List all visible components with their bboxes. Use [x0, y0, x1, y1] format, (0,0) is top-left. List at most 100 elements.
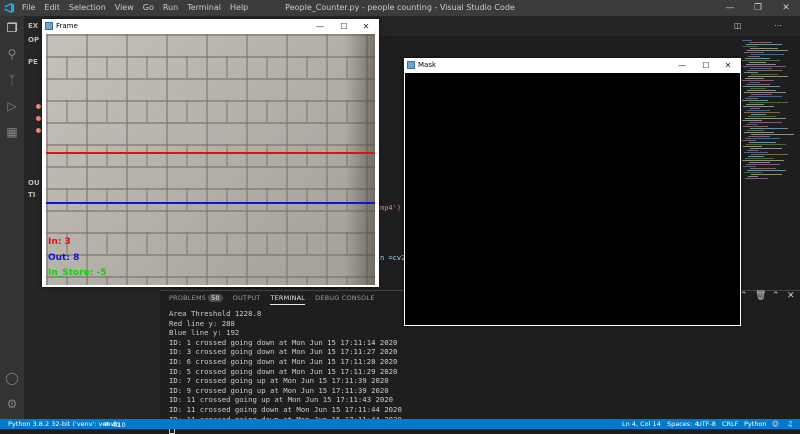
minimap-line	[749, 122, 782, 123]
sidebar-section-timeline[interactable]: TI	[28, 191, 35, 199]
menu-go[interactable]: Go	[143, 3, 154, 12]
minimize-icon[interactable]: —	[671, 58, 693, 73]
window-icon	[45, 22, 53, 30]
cursor-position[interactable]: Ln 4, Col 14	[622, 420, 661, 428]
extensions-icon[interactable]: ▦	[4, 124, 20, 140]
maximize-icon[interactable]: ☐	[333, 19, 355, 34]
minimap-line	[743, 46, 758, 47]
bell-icon[interactable]: ♫	[787, 420, 793, 428]
minimap-line	[749, 82, 760, 83]
minimap-line	[750, 108, 760, 109]
account-icon[interactable]: ◯	[4, 370, 20, 386]
minimap-line	[748, 96, 782, 97]
problems-status[interactable]: ⊗ 40 ⚠ 10	[104, 420, 126, 429]
frame-window-titlebar[interactable]: Frame — ☐ ✕	[42, 19, 379, 34]
minimap-line	[747, 130, 764, 131]
maximize-icon[interactable]: ☐	[695, 58, 717, 73]
minimap-line	[751, 74, 778, 75]
tab-label: PROBLEMS	[169, 294, 207, 302]
terminal-line: ID: 11 crossed going down at Mon Jun 15 …	[169, 404, 402, 414]
close-icon[interactable]: ✕	[355, 19, 377, 34]
minimap-line	[742, 60, 780, 61]
out-count: Out: 8	[48, 253, 80, 263]
title-bar: File Edit Selection View Go Run Terminal…	[0, 0, 800, 16]
minimap-line	[743, 126, 768, 127]
minimap-line	[743, 166, 756, 167]
status-bar: Python 3.8.2 32-bit ('venv': venv) ⊗ 40 …	[0, 419, 800, 429]
search-icon[interactable]: ⚲	[4, 46, 20, 62]
terminal-line: ID: 3 crossed going down at Mon Jun 15 1…	[169, 347, 398, 357]
menu-terminal[interactable]: Terminal	[187, 3, 221, 12]
split-editor-icon[interactable]: ◫	[734, 21, 742, 30]
maximize-panel-icon[interactable]: ⌃	[772, 291, 780, 301]
terminal-line: Blue line y: 192	[169, 328, 240, 338]
minimap-line	[745, 98, 758, 99]
source-control-icon[interactable]: ᛉ	[4, 72, 20, 88]
minimap-line	[747, 90, 776, 91]
tab-debug-console[interactable]: DEBUG CONSOLE	[315, 294, 375, 305]
tab-terminal[interactable]: TERMINAL	[270, 294, 306, 305]
close-panel-icon[interactable]: ✕	[787, 291, 795, 301]
menu-help[interactable]: Help	[230, 3, 248, 12]
menu-run[interactable]: Run	[163, 3, 178, 12]
minimap-line	[749, 142, 776, 143]
frame-shade	[345, 34, 375, 285]
language-mode[interactable]: Python	[744, 420, 767, 428]
restore-icon[interactable]: ❐	[744, 0, 772, 16]
mask-window-title: Mask	[418, 61, 437, 69]
minimap-line	[743, 106, 774, 107]
indentation[interactable]: Spaces: 4	[667, 420, 699, 428]
terminal-line: ID: 1 crossed going down at Mon Jun 15 1…	[169, 337, 398, 347]
chevron-up-icon[interactable]: ⌃	[740, 291, 748, 301]
minimap-line	[746, 44, 782, 45]
sidebar-section-open-editors[interactable]: OP	[28, 36, 39, 44]
minimap[interactable]	[742, 40, 794, 190]
terminal-output[interactable]: Area Threshold 1228.8 Red line y: 288 Blue…	[169, 309, 402, 434]
end-of-line[interactable]: CRLF	[722, 420, 738, 428]
menu-edit[interactable]: Edit	[44, 3, 60, 12]
menu-view[interactable]: View	[115, 3, 134, 12]
encoding[interactable]: UTF-8	[697, 420, 716, 428]
activity-bar: ❐ ⚲ ᛉ ▷ ▦ ◯ ⚙	[0, 16, 24, 419]
menu-selection[interactable]: Selection	[69, 3, 106, 12]
warning-count: 10	[117, 421, 126, 429]
sidebar-header: EX	[28, 22, 39, 30]
python-interpreter[interactable]: Python 3.8.2 32-bit ('venv': venv)	[8, 420, 117, 428]
terminal-line: ID: 9 crossed going up at Mon Jun 15 17:…	[169, 385, 389, 395]
terminal-line: ID: 6 crossed going down at Mon Jun 15 1…	[169, 356, 398, 366]
tab-problems[interactable]: PROBLEMS 50	[169, 294, 223, 305]
minimap-line	[743, 146, 762, 147]
trash-icon[interactable]: 🗑	[755, 291, 766, 301]
minimize-icon[interactable]: —	[716, 0, 744, 16]
mask-window[interactable]: Mask — ☐ ✕	[404, 58, 741, 326]
vscode-logo-icon	[4, 3, 14, 13]
gear-icon[interactable]: ⚙	[4, 396, 20, 412]
in-count: In: 3	[48, 237, 71, 247]
minimap-line	[748, 156, 764, 157]
minimap-line	[748, 76, 788, 77]
run-icon[interactable]: ▷	[4, 98, 20, 114]
menu-file[interactable]: File	[22, 3, 35, 12]
minimap-line	[750, 168, 776, 169]
code-fragment: mp4')	[380, 204, 402, 212]
frame-window[interactable]: Frame — ☐ ✕ In: 3 Out: 8 In_Store: -5	[42, 19, 379, 287]
mask-window-titlebar[interactable]: Mask — ☐ ✕	[404, 58, 741, 73]
minimize-icon[interactable]: —	[309, 19, 331, 34]
files-icon[interactable]: ❐	[4, 20, 20, 36]
menu-bar: File Edit Selection View Go Run Terminal…	[22, 3, 248, 12]
tab-output[interactable]: OUTPUT	[233, 294, 261, 305]
close-icon[interactable]: ✕	[717, 58, 739, 73]
feedback-icon[interactable]: ☺	[772, 420, 779, 428]
minimap-line	[744, 132, 774, 133]
sidebar-section-outline[interactable]: OU	[28, 179, 40, 187]
minimap-line	[750, 148, 782, 149]
minimap-line	[742, 80, 774, 81]
minimap-line	[745, 118, 786, 119]
terminal-line: ID: 7 crossed going up at Mon Jun 15 17:…	[169, 376, 389, 386]
red-counting-line	[46, 152, 375, 154]
close-icon[interactable]: ✕	[772, 0, 800, 16]
terminal-line: Area Threshold 1228.8	[169, 309, 262, 318]
minimap-line	[744, 152, 768, 153]
sidebar-section-project[interactable]: PE	[28, 58, 38, 66]
more-actions-icon[interactable]: ⋯	[774, 21, 782, 30]
